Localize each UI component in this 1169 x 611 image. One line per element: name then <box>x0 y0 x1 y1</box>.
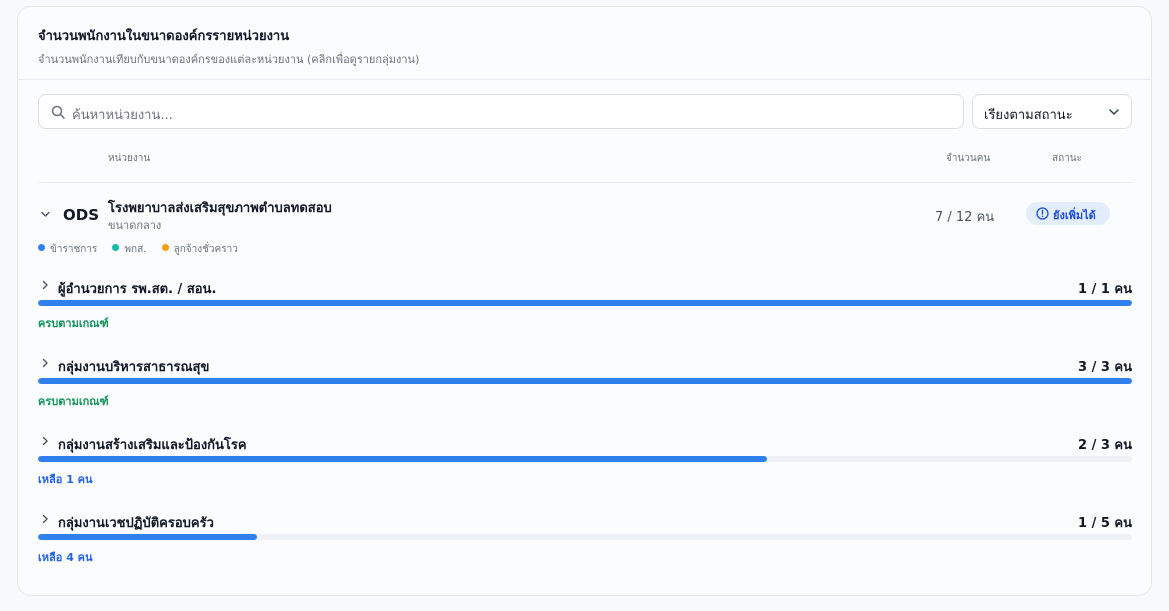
column-header-count: จำนวนคน <box>946 153 991 164</box>
sort-select[interactable]: เรียงตามสถานะ <box>972 94 1132 129</box>
legend-label: ลูกจ้างชั่วคราว <box>173 244 238 255</box>
table-header-divider <box>38 182 1132 183</box>
progress-fill <box>38 534 257 540</box>
chevron-right-icon[interactable] <box>40 436 50 446</box>
sort-value: เรียงตามสถานะ <box>984 108 1073 123</box>
group-name: กลุ่มงานสร้างเสริมและป้องกันโรค <box>58 438 247 453</box>
org-logo: ODS <box>63 206 100 224</box>
chevron-down-icon <box>1109 109 1119 115</box>
info-circle-icon <box>1036 207 1049 220</box>
progress-track <box>38 456 1132 462</box>
column-header-status: สถานะ <box>1052 153 1082 164</box>
org-size: ขนาดกลาง <box>108 219 162 232</box>
legend-dot <box>38 244 45 251</box>
legend-item: พกส. <box>112 242 146 257</box>
group-name: กลุ่มงานเวชปฏิบัติครอบครัว <box>58 516 214 531</box>
group-count: 3 / 3 คน <box>1078 360 1132 375</box>
group-note: ครบตามเกณฑ์ <box>38 317 109 330</box>
status-badge: ยังเพิ่มได้ <box>1026 202 1110 225</box>
legend-dot <box>161 244 169 251</box>
status-badge-label: ยังเพิ่มได้ <box>1053 209 1096 222</box>
org-count: 7 / 12 คน <box>935 210 995 225</box>
card-subtitle: จำนวนพนักงานเทียบกับขนาดองค์กรของแต่ละหน… <box>38 53 420 66</box>
header-divider <box>18 79 1151 80</box>
progress-fill <box>38 456 768 462</box>
group-name: ผู้อำนวยการ รพ.สต. / สอน. <box>58 282 217 297</box>
group-name: กลุ่มงานบริหารสาธารณสุข <box>58 360 210 375</box>
legend-label: พกส. <box>124 244 147 255</box>
legend: ข้าราชการ พกส. ลูกจ้างชั่วคราว <box>38 242 250 257</box>
progress-fill <box>38 378 1132 384</box>
group-note: เหลือ 1 คน <box>38 473 93 486</box>
legend-label: ข้าราชการ <box>50 244 98 255</box>
card-title: จำนวนพนักงานในขนาดองค์กรรายหน่วยงาน <box>38 29 290 44</box>
column-header-unit: หน่วยงาน <box>108 153 151 164</box>
group-count: 1 / 1 คน <box>1078 282 1132 297</box>
legend-dot <box>112 244 120 251</box>
search-icon <box>51 105 65 119</box>
progress-fill <box>38 300 1132 306</box>
progress-track <box>38 300 1132 306</box>
card-header: จำนวนพนักงานในขนาดองค์กรรายหน่วยงาน จำนว… <box>38 25 419 68</box>
group-count: 2 / 3 คน <box>1078 438 1132 453</box>
search-input[interactable]: ค้นหาหน่วยงาน... <box>38 94 964 129</box>
chevron-right-icon[interactable] <box>40 358 50 368</box>
group-note: ครบตามเกณฑ์ <box>38 395 109 408</box>
chevron-right-icon[interactable] <box>40 280 50 290</box>
search-placeholder: ค้นหาหน่วยงาน... <box>72 108 173 123</box>
legend-item: ข้าราชการ <box>38 242 97 257</box>
progress-track <box>38 534 1132 540</box>
org-name[interactable]: โรงพยาบาลส่งเสริมสุขภาพตำบลทดสอบ <box>108 197 332 218</box>
group-note: เหลือ 4 คน <box>38 551 93 564</box>
chevron-right-icon[interactable] <box>40 514 50 524</box>
staff-summary-card: จำนวนพนักงานในขนาดองค์กรรายหน่วยงาน จำนว… <box>17 6 1152 596</box>
legend-item: ลูกจ้างชั่วคราว <box>161 242 238 257</box>
chevron-down-icon[interactable] <box>40 209 51 220</box>
progress-track <box>38 378 1132 384</box>
group-count: 1 / 5 คน <box>1078 516 1132 531</box>
